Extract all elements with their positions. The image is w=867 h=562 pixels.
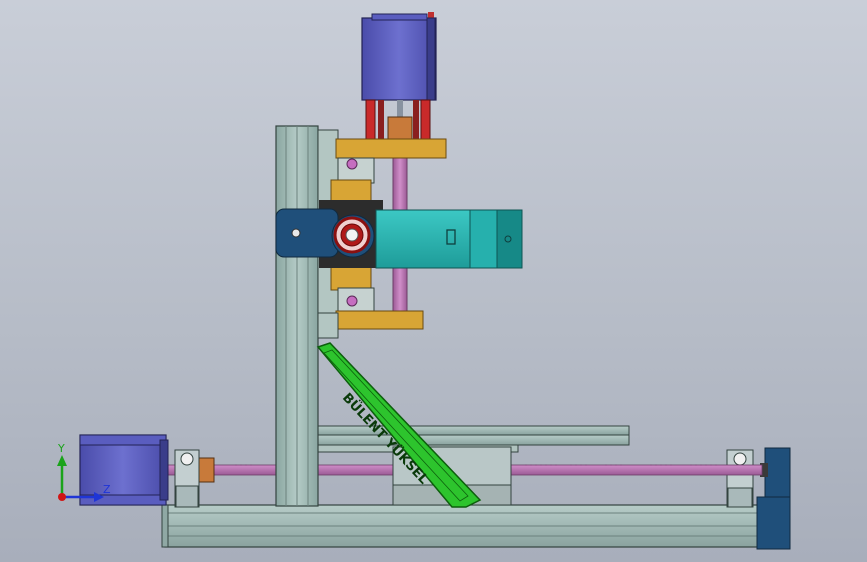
bearing-pulley[interactable] (333, 216, 371, 254)
cad-viewport[interactable]: BÜLENT YÜKSEL Y Z (0, 0, 867, 562)
left-bearing-block[interactable] (174, 449, 200, 508)
triad-origin (58, 493, 66, 501)
base-rail[interactable] (161, 504, 773, 548)
cnc-assembly-drawing: BÜLENT YÜKSEL Y Z (57, 12, 791, 550)
y-motor-coupler[interactable] (387, 100, 413, 142)
y-stepper-motor[interactable] (361, 12, 437, 101)
spindle-motor[interactable] (375, 209, 523, 269)
z-axis-label: Z (103, 483, 111, 496)
right-bearing-block[interactable] (726, 449, 754, 508)
right-end-plate[interactable] (756, 447, 791, 550)
y-axis-label: Y (57, 442, 65, 455)
y-arrow-head (57, 455, 67, 466)
z-stepper-motor[interactable] (79, 434, 169, 506)
upper-carriage-plate[interactable] (335, 138, 447, 184)
